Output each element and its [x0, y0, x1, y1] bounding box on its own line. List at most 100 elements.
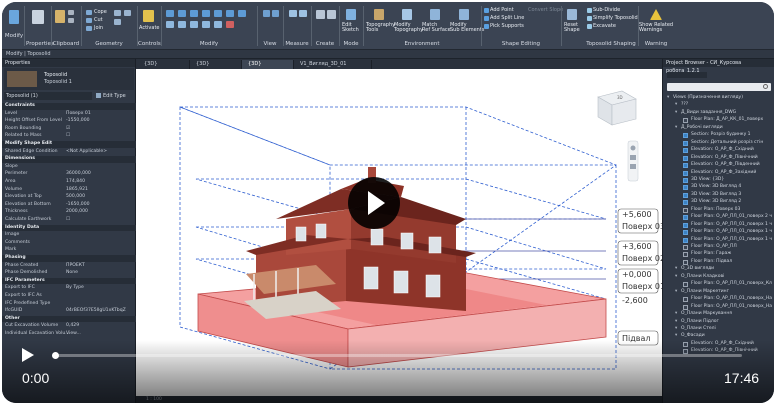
play-pause-icon[interactable] — [22, 348, 34, 362]
tree-item[interactable]: Elevation: О_АР_Ф_Східний — [663, 147, 774, 154]
cut-geometry-icon[interactable] — [86, 18, 92, 23]
mirror-line-icon[interactable] — [202, 10, 210, 17]
delete-icon[interactable] — [226, 21, 234, 28]
simplify-icon[interactable] — [587, 16, 592, 21]
tree-item[interactable]: Elevation: О_АР_Ф_Південний — [663, 162, 774, 169]
scale-icon[interactable] — [202, 21, 210, 28]
property-section[interactable]: Dimensions — [2, 156, 136, 163]
expand-icon[interactable]: ▾ — [675, 274, 677, 279]
rotate-icon[interactable] — [238, 10, 246, 17]
seek-bar[interactable] — [52, 354, 742, 357]
reset-shape-button[interactable]: Reset Shape — [562, 4, 584, 48]
tab-3d-1[interactable]: {3D} — [138, 60, 190, 69]
paste-icon[interactable] — [55, 10, 65, 23]
property-value[interactable]: Поверх 01 — [66, 111, 91, 116]
geometry-tool-icon[interactable] — [114, 10, 121, 16]
properties-button[interactable]: Properties — [26, 4, 54, 48]
modify-sub-elements-button[interactable]: Modify Sub Elements — [450, 4, 484, 36]
instance-selector[interactable]: Toposolid (1) — [4, 92, 92, 100]
match-ref-surface-button[interactable]: Match Ref Surface — [422, 4, 451, 36]
activate-button[interactable]: Activate Controls — [138, 4, 161, 48]
tree-item[interactable]: Floor Plan: О_АР_ПЛ_01_поверх_Кл — [663, 281, 774, 288]
modify-topography-button[interactable]: Modify Topography — [394, 4, 423, 36]
tree-item[interactable]: Floor Plan: О_АР_ПЛ_01_поверх 1 ч — [663, 237, 774, 244]
tree-group[interactable]: ▾ О_Плани Стелі — [663, 326, 774, 333]
expand-icon[interactable]: ▾ — [675, 319, 677, 324]
property-value[interactable]: 2000,000 — [66, 209, 88, 214]
expand-icon[interactable]: ▾ — [675, 326, 677, 331]
copy-icon[interactable] — [68, 18, 74, 23]
measure-icon[interactable] — [289, 10, 297, 17]
edit-type-button[interactable]: Edit Type — [96, 92, 134, 100]
tab-3d-active[interactable]: {3D} — [242, 60, 294, 69]
property-value[interactable]: ☐ — [66, 217, 70, 222]
tree-item[interactable]: Floor Plan: Підвал — [663, 259, 774, 266]
property-value[interactable]: 0,429 — [66, 323, 79, 328]
subdivide-button[interactable]: Sub-Divide — [593, 7, 620, 13]
property-value[interactable]: <Not Applicable> — [66, 149, 107, 154]
add-split-line-icon[interactable] — [484, 16, 489, 21]
tree-item[interactable]: Floor Plan: О_АР_ПЛ_01_поверх 1 ч — [663, 229, 774, 236]
expand-icon[interactable]: ▾ — [675, 125, 677, 130]
excavate-button[interactable]: Excavate — [593, 23, 616, 29]
dropdown-icon[interactable] — [667, 72, 707, 78]
property-value[interactable]: -1650,000 — [66, 202, 90, 207]
tab-v1-view[interactable]: V1_Вигляд_3D_01 — [294, 60, 372, 69]
excavate-icon[interactable] — [587, 24, 592, 29]
move-icon[interactable] — [214, 10, 222, 17]
cope-label[interactable]: Cope — [94, 9, 107, 15]
subdivide-icon[interactable] — [587, 8, 592, 13]
property-value[interactable]: 36000,000 — [66, 171, 91, 176]
tree-group[interactable]: ▾??? — [663, 102, 774, 109]
property-value[interactable]: -1550,000 — [66, 118, 90, 123]
dimension-icon[interactable] — [299, 10, 307, 17]
property-value[interactable]: ☑ — [66, 126, 70, 131]
tree-item[interactable]: Floor Plan: О_АР_ПЛ_01_поверх_На — [663, 304, 774, 311]
expand-icon[interactable]: ▾ — [675, 266, 677, 271]
cut-label[interactable]: Cut — [94, 17, 103, 23]
tab-3d-2[interactable]: {3D} — [190, 60, 242, 69]
join-icon[interactable] — [86, 26, 92, 31]
property-value[interactable]: 500,000 — [66, 194, 85, 199]
geometry-tool-icon[interactable] — [114, 19, 121, 25]
tree-group[interactable]: ▾ О_Плани Маркування — [663, 311, 774, 318]
expand-icon[interactable]: ▾ — [667, 95, 669, 100]
tree-item[interactable]: Floor Plan: Гараж — [663, 251, 774, 258]
property-value[interactable]: View... — [66, 331, 81, 336]
tree-item[interactable]: Elevation: О_АР_Ф_Північний — [663, 155, 774, 162]
pan-icon[interactable] — [630, 164, 636, 169]
tree-item[interactable]: Floor Plan: О_АР_ПЛ_01_поверх_На — [663, 296, 774, 303]
hide-icon[interactable] — [263, 10, 270, 17]
convert-slope-button[interactable]: Convert Slope — [528, 7, 563, 13]
tree-group[interactable]: ▾ О_Плани Підлог — [663, 319, 774, 326]
offset-icon[interactable] — [178, 10, 186, 17]
viewcube[interactable]: 3D — [597, 90, 637, 126]
pick-supports-icon[interactable] — [484, 24, 489, 29]
expand-icon[interactable]: ▾ — [675, 311, 677, 316]
copy-element-icon[interactable] — [226, 10, 234, 17]
tree-item[interactable]: 3D View: 3D Вигляд 2 — [663, 199, 774, 206]
property-section[interactable]: Other — [2, 315, 136, 323]
property-section[interactable]: IFC Parameters — [2, 277, 136, 285]
tree-group[interactable]: ▾ О_Плани Маркетинг — [663, 289, 774, 296]
property-value[interactable]: 1865,921 — [66, 187, 88, 192]
tree-group[interactable]: ▾ О_3D вигляди — [663, 266, 774, 273]
align-icon[interactable] — [166, 10, 174, 17]
tree-item[interactable]: 3D View: 3D Вигляд 4 — [663, 184, 774, 191]
pick-supports-button[interactable]: Pick Supports — [490, 23, 524, 29]
trim-icon[interactable] — [166, 21, 174, 28]
tree-item[interactable]: Elevation: О_АР_Ф_Західний — [663, 170, 774, 177]
add-point-button[interactable]: Add Point — [490, 7, 514, 13]
geometry-tool-icon[interactable] — [124, 10, 131, 16]
property-value[interactable]: None — [66, 270, 78, 275]
property-value[interactable]: ПРОЕКТ — [66, 263, 85, 268]
expand-icon[interactable]: ▾ — [675, 110, 677, 115]
array-icon[interactable] — [190, 21, 198, 28]
tree-item[interactable]: Section: Детальний розріз стін — [663, 140, 774, 147]
topography-tools-button[interactable]: Topography Tools — [366, 4, 395, 36]
add-split-line-button[interactable]: Add Split Line — [490, 15, 524, 21]
tree-item[interactable]: Floor Plan: О_АР_ПЛ_01_поверх 2 ч — [663, 214, 774, 221]
property-section[interactable]: Constraints — [2, 103, 136, 110]
create-group-icon[interactable] — [327, 10, 336, 19]
expand-icon[interactable]: ▾ — [675, 333, 677, 338]
